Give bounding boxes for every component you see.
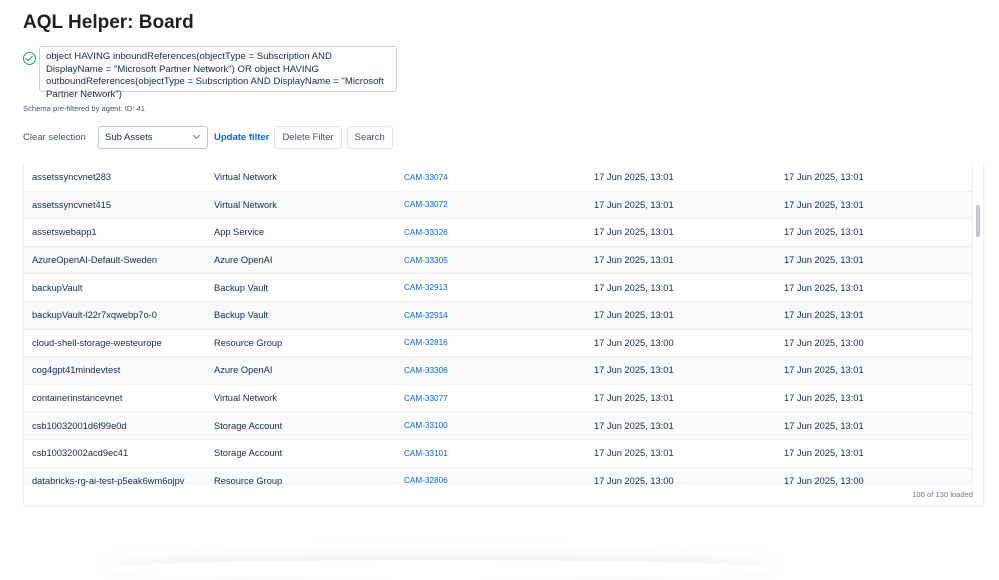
object-key-link[interactable]: CAM-33326 [404,228,594,237]
object-key-link[interactable]: CAM-33077 [404,394,594,403]
table-row[interactable]: databricks-rg-ai-test-p5eak6wm6ojpvResou… [24,468,972,486]
search-button[interactable]: Search [347,126,393,149]
object-key-link[interactable]: CAM-33101 [404,449,594,458]
object-type: Backup Vault [214,283,404,293]
table-row[interactable]: containerinstancevnetVirtual NetworkCAM-… [24,385,972,413]
table-row[interactable]: csb10032001d6f99e0dStorage AccountCAM-33… [24,412,972,440]
object-name: AzureOpenAI-Default-Sweden [32,255,222,265]
scrollbar-thumb[interactable] [976,205,980,237]
toolbar: Clear selection Sub Assets Update filter… [23,125,393,149]
table-row[interactable]: csb10032002acd9ec41Storage AccountCAM-33… [24,440,972,468]
created-date: 17 Jun 2025, 13:01 [594,421,784,431]
table-row[interactable]: cloud-shell-storage-westeuropeResource G… [24,330,972,358]
created-date: 17 Jun 2025, 13:01 [594,200,784,210]
created-date: 17 Jun 2025, 13:01 [594,283,784,293]
created-date: 17 Jun 2025, 13:00 [594,338,784,348]
object-name: cloud-shell-storage-westeurope [32,338,222,348]
table-row[interactable]: AzureOpenAI-Default-SwedenAzure OpenAICA… [24,247,972,275]
updated-date: 17 Jun 2025, 13:01 [784,421,964,431]
object-key-link[interactable]: CAM-33074 [404,173,594,182]
object-name: assetssyncvnet283 [32,172,222,182]
update-filter-button[interactable]: Update filter [214,132,269,143]
updated-date: 17 Jun 2025, 13:01 [784,227,964,237]
updated-date: 17 Jun 2025, 13:00 [784,476,964,486]
object-type: Virtual Network [214,200,404,210]
object-name: containerinstancevnet [32,393,222,403]
updated-date: 17 Jun 2025, 13:01 [784,448,964,458]
created-date: 17 Jun 2025, 13:01 [594,365,784,375]
object-type: Azure OpenAI [214,255,404,265]
table-row[interactable]: backupVault-l22r7xqwebp7o-0Backup VaultC… [24,302,972,330]
updated-date: 17 Jun 2025, 13:01 [784,255,964,265]
updated-date: 17 Jun 2025, 13:01 [784,172,964,182]
object-type: Azure OpenAI [214,365,404,375]
created-date: 17 Jun 2025, 13:01 [594,393,784,403]
created-date: 17 Jun 2025, 13:01 [594,255,784,265]
updated-date: 17 Jun 2025, 13:00 [784,338,964,348]
results-table: assetssyncvnet283Virtual NetworkCAM-3307… [23,163,984,506]
filter-select-value: Sub Assets [105,132,153,143]
delete-filter-button[interactable]: Delete Filter [274,126,341,149]
chevron-down-icon [193,132,200,139]
object-name: csb10032001d6f99e0d [32,421,222,431]
object-name: assetssyncvnet415 [32,200,222,210]
created-date: 17 Jun 2025, 13:01 [594,310,784,320]
object-name: assetswebapp1 [32,227,222,237]
created-date: 17 Jun 2025, 13:01 [594,227,784,237]
table-row[interactable]: assetssyncvnet283Virtual NetworkCAM-3307… [24,164,972,192]
object-name: backupVault [32,283,222,293]
object-key-link[interactable]: CAM-32806 [404,476,594,485]
object-type: Resource Group [214,338,404,348]
updated-date: 17 Jun 2025, 13:01 [784,310,964,320]
aql-query-input[interactable]: object HAVING inboundReferences(objectTy… [39,46,397,92]
object-type: Virtual Network [214,172,404,182]
created-date: 17 Jun 2025, 13:01 [594,172,784,182]
table-row[interactable]: assetswebapp1App ServiceCAM-3332617 Jun … [24,219,972,247]
clear-selection-button[interactable]: Clear selection [23,132,98,143]
object-type: Virtual Network [214,393,404,403]
object-type: Storage Account [214,421,404,431]
valid-check-icon [23,52,36,65]
created-date: 17 Jun 2025, 13:00 [594,476,784,486]
object-key-link[interactable]: CAM-32914 [404,311,594,320]
updated-date: 17 Jun 2025, 13:01 [784,365,964,375]
object-key-link[interactable]: CAM-33306 [404,366,594,375]
updated-date: 17 Jun 2025, 13:01 [784,200,964,210]
object-name: backupVault-l22r7xqwebp7o-0 [32,310,222,320]
object-name: csb10032002acd9ec41 [32,448,222,458]
object-name: databricks-rg-ai-test-p5eak6wm6ojpv [32,476,222,486]
object-name: cog4gpt41mindevtest [32,365,222,375]
created-date: 17 Jun 2025, 13:01 [594,448,784,458]
filter-select[interactable]: Sub Assets [98,126,208,149]
table-body: assetssyncvnet283Virtual NetworkCAM-3307… [24,164,972,486]
updated-date: 17 Jun 2025, 13:01 [784,283,964,293]
object-type: Storage Account [214,448,404,458]
object-key-link[interactable]: CAM-32913 [404,283,594,292]
scrollbar[interactable] [972,163,983,486]
object-type: Backup Vault [214,310,404,320]
table-row[interactable]: assetssyncvnet415Virtual NetworkCAM-3307… [24,192,972,220]
object-key-link[interactable]: CAM-33305 [404,256,594,265]
object-type: Resource Group [214,476,404,486]
loaded-count: 100 of 130 loaded [912,490,973,499]
bottom-shadow [100,560,780,580]
object-key-link[interactable]: CAM-33072 [404,200,594,209]
object-key-link[interactable]: CAM-33100 [404,421,594,430]
table-row[interactable]: backupVaultBackup VaultCAM-3291317 Jun 2… [24,274,972,302]
schema-note: Schema pre-filtered by agent: ID: 41 [23,104,145,113]
updated-date: 17 Jun 2025, 13:01 [784,393,964,403]
table-row[interactable]: cog4gpt41mindevtestAzure OpenAICAM-33306… [24,357,972,385]
object-type: App Service [214,227,404,237]
object-key-link[interactable]: CAM-32816 [404,338,594,347]
page-title: AQL Helper: Board [23,12,194,34]
